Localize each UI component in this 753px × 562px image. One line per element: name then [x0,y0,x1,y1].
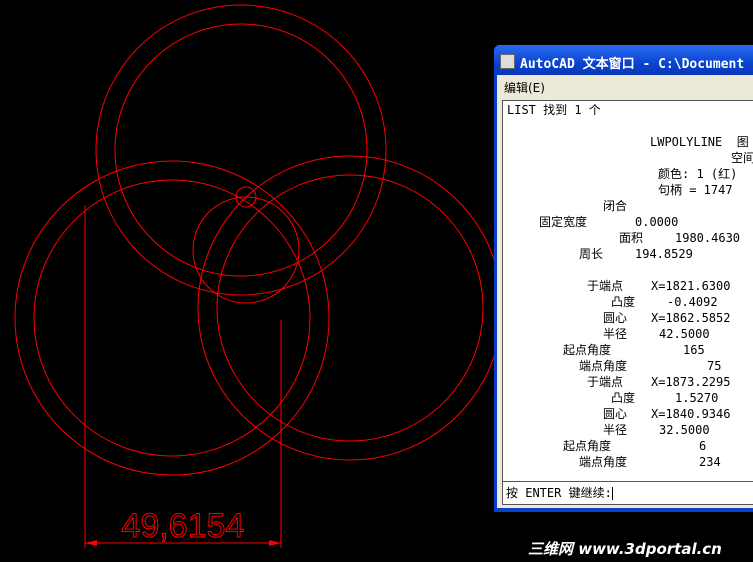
segment-label: 半径 [603,423,628,437]
segment-label: 起点角度 [563,439,612,453]
perimeter-value: 194.8529 [635,247,693,261]
command-input[interactable]: 按 ENTER 键继续: [502,481,753,505]
segment-value: 6 [699,439,707,453]
text-window: AutoCAD 文本窗口 - C:\Document 编辑(E) LIST 找到… [494,45,753,512]
segment-label: 于端点 [587,279,624,293]
right-ring-outer [197,155,503,461]
segment-value: X=1840.9346 [651,407,731,421]
handle: 句柄 = 1747 [658,183,733,197]
segment-label: 凸度 [611,295,636,309]
segment-label: 于端点 [587,375,624,389]
title-bar[interactable]: AutoCAD 文本窗口 - C:\Document [494,45,753,75]
closed: 闭合 [603,199,628,213]
segment-label: 圆心 [603,407,628,421]
area-label: 面积 [619,231,644,245]
dimension-arrow-left [85,540,97,546]
area-value: 1980.4630 [675,231,741,245]
watermark: 三维网 www.3dportal.cn [528,540,722,558]
segment-value: X=1862.5852 [651,311,731,325]
right-ring-inner [216,174,484,442]
segment-label: 起点角度 [563,343,612,357]
center-circle [192,196,300,304]
app-icon [500,54,515,69]
command-prompt: 按 ENTER 键继续: [506,486,612,500]
segment-value: -0.4092 [667,295,718,309]
color: 颜色: 1 (红) [658,167,738,181]
dimension-arrow-right [269,540,281,546]
segment-value: X=1821.6300 [651,279,731,293]
left-ring-inner [33,179,311,457]
segment-label: 圆心 [603,311,628,325]
top-ring-outer [95,4,387,296]
segment-value: 32.5000 [659,423,710,437]
segment-label: 凸度 [611,391,636,405]
segment-label: 端点角度 [579,455,628,469]
space: 空间 [731,151,753,165]
fixed-width-value: 0.0000 [635,215,679,229]
top-ring-inner [114,23,368,277]
segment-value: 165 [683,343,705,357]
segment-value: 1.5270 [675,391,719,405]
segment-label: 半径 [603,327,628,341]
text-cursor [611,487,613,500]
menu-edit[interactable]: 编辑(E) [504,79,545,96]
segment-value: 42.5000 [659,327,710,341]
segment-value: X=1873.2295 [651,375,731,389]
dimension-text: 49,6154 [122,507,245,545]
segment-value: 234 [699,455,721,469]
left-ring-outer [14,160,330,476]
segment-value: 75 [707,359,722,373]
segment-label: 端点角度 [579,359,628,373]
entity-type: LWPOLYLINE 图 [650,135,749,149]
list-header: LIST 找到 1 个 [507,103,601,117]
perimeter-label: 周长 [579,247,604,261]
fixed-width-label: 固定宽度 [539,215,588,229]
history-text[interactable]: LIST 找到 1 个 LWPOLYLINE 图 空间 颜色: 1 (红) 句柄… [502,100,753,482]
window-title: AutoCAD 文本窗口 - C:\Document [520,57,745,72]
